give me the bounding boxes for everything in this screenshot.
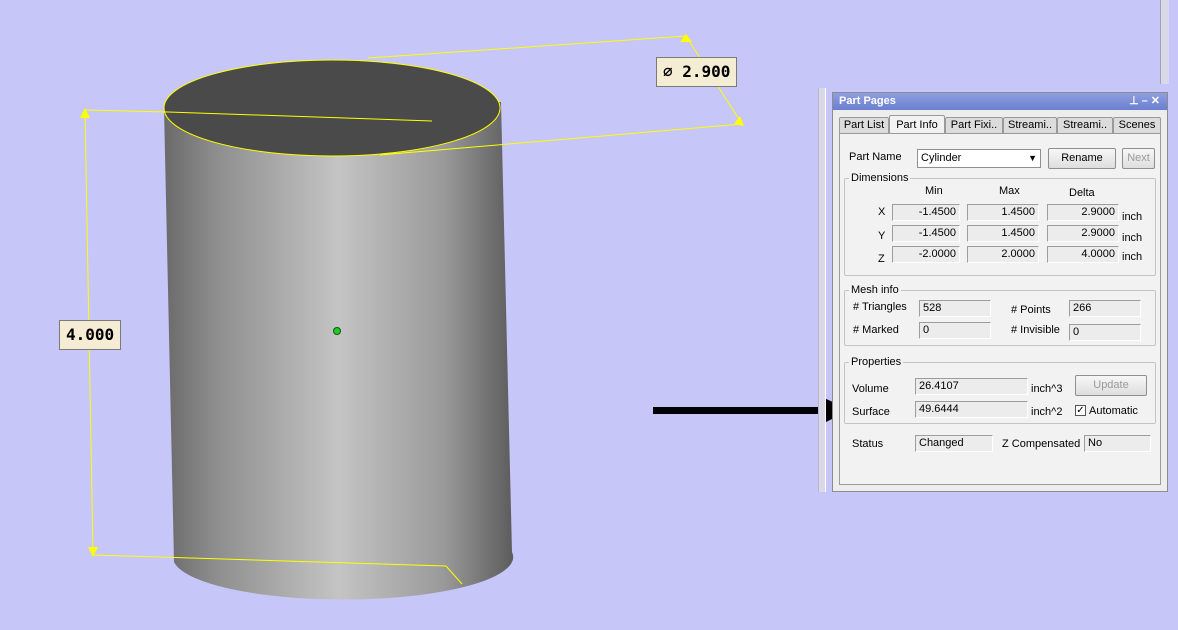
properties-title: Properties [849, 356, 904, 368]
marked-field: 0 [919, 322, 991, 339]
height-dimension-label: 4.000 [59, 320, 122, 350]
axis-z-label: Z [878, 253, 885, 265]
dimensions-title: Dimensions [849, 172, 911, 184]
volume-label: Volume [852, 383, 889, 395]
automatic-checkbox[interactable]: ✓ [1075, 405, 1086, 416]
status-field: Changed [915, 435, 993, 452]
part-name-label: Part Name [849, 151, 902, 163]
z-min-field: -2.0000 [892, 246, 960, 263]
volume-field: 26.4107 [915, 378, 1028, 395]
z-unit-label: inch [1122, 251, 1143, 263]
points-label: # Points [1011, 304, 1051, 316]
cylinder-model[interactable] [163, 59, 514, 600]
points-field: 266 [1069, 300, 1141, 317]
rename-button[interactable]: Rename [1048, 148, 1116, 169]
pin-icon[interactable]: ⊥ [1129, 95, 1142, 107]
surface-label: Surface [852, 406, 890, 418]
chevron-down-icon: ▼ [1028, 153, 1037, 163]
tab-streaming-2[interactable]: Streami.. [1057, 117, 1113, 133]
minimize-icon[interactable]: – [1142, 95, 1151, 107]
next-button[interactable]: Next [1122, 148, 1155, 169]
surface-unit-label: inch^2 [1031, 406, 1063, 418]
status-label: Status [852, 438, 884, 450]
x-min-field: -1.4500 [892, 204, 960, 221]
automatic-label: Automatic [1089, 405, 1138, 417]
part-pages-panel: Part Pages ⊥–✕ Part List Part Info Part … [832, 92, 1168, 492]
tab-part-fixing[interactable]: Part Fixi.. [945, 117, 1003, 133]
invisible-label: # Invisible [1011, 324, 1060, 336]
volume-unit-label: inch^3 [1031, 383, 1063, 395]
tab-part-info[interactable]: Part Info [889, 115, 945, 134]
axis-x-label: X [878, 206, 886, 218]
cylinder-top-face [163, 59, 501, 157]
part-info-page: Part Name Cylinder ▼ Rename Next Dimensi… [839, 133, 1161, 485]
close-icon[interactable]: ✕ [1151, 95, 1163, 107]
col-min-header: Min [925, 185, 943, 197]
mesh-info-title: Mesh info [849, 284, 901, 296]
x-unit-label: inch [1122, 211, 1143, 223]
triangles-label: # Triangles [853, 301, 907, 313]
tab-streaming-1[interactable]: Streami.. [1003, 117, 1057, 133]
y-max-field: 1.4500 [967, 225, 1039, 242]
center-point [333, 327, 341, 335]
panel-titlebar[interactable]: Part Pages ⊥–✕ [833, 93, 1167, 110]
part-name-value: Cylinder [921, 152, 962, 164]
invisible-field: 0 [1069, 324, 1141, 341]
panel-title: Part Pages [839, 95, 896, 107]
marked-label: # Marked [853, 324, 899, 336]
col-delta-header: Delta [1069, 187, 1095, 199]
z-delta-field: 4.0000 [1047, 246, 1119, 263]
window-edge [1160, 0, 1169, 84]
tab-part-list[interactable]: Part List [839, 117, 889, 133]
cylinder-body [164, 102, 514, 600]
update-button[interactable]: Update [1075, 375, 1147, 396]
x-delta-field: 2.9000 [1047, 204, 1119, 221]
diameter-dimension-label: ⌀ 2.900 [656, 57, 738, 87]
col-max-header: Max [999, 185, 1020, 197]
y-unit-label: inch [1122, 232, 1143, 244]
z-max-field: 2.0000 [967, 246, 1039, 263]
surface-field: 49.6444 [915, 401, 1028, 418]
z-compensated-field: No [1084, 435, 1151, 452]
checkmark-icon: ✓ [1076, 405, 1085, 416]
panel-splitter[interactable] [818, 88, 826, 492]
part-name-select[interactable]: Cylinder ▼ [917, 149, 1041, 168]
z-compensated-label: Z Compensated [1002, 438, 1081, 450]
y-min-field: -1.4500 [892, 225, 960, 242]
triangles-field: 528 [919, 300, 991, 317]
axis-y-label: Y [878, 230, 886, 242]
tab-scenes[interactable]: Scenes [1113, 117, 1161, 133]
x-max-field: 1.4500 [967, 204, 1039, 221]
y-delta-field: 2.9000 [1047, 225, 1119, 242]
